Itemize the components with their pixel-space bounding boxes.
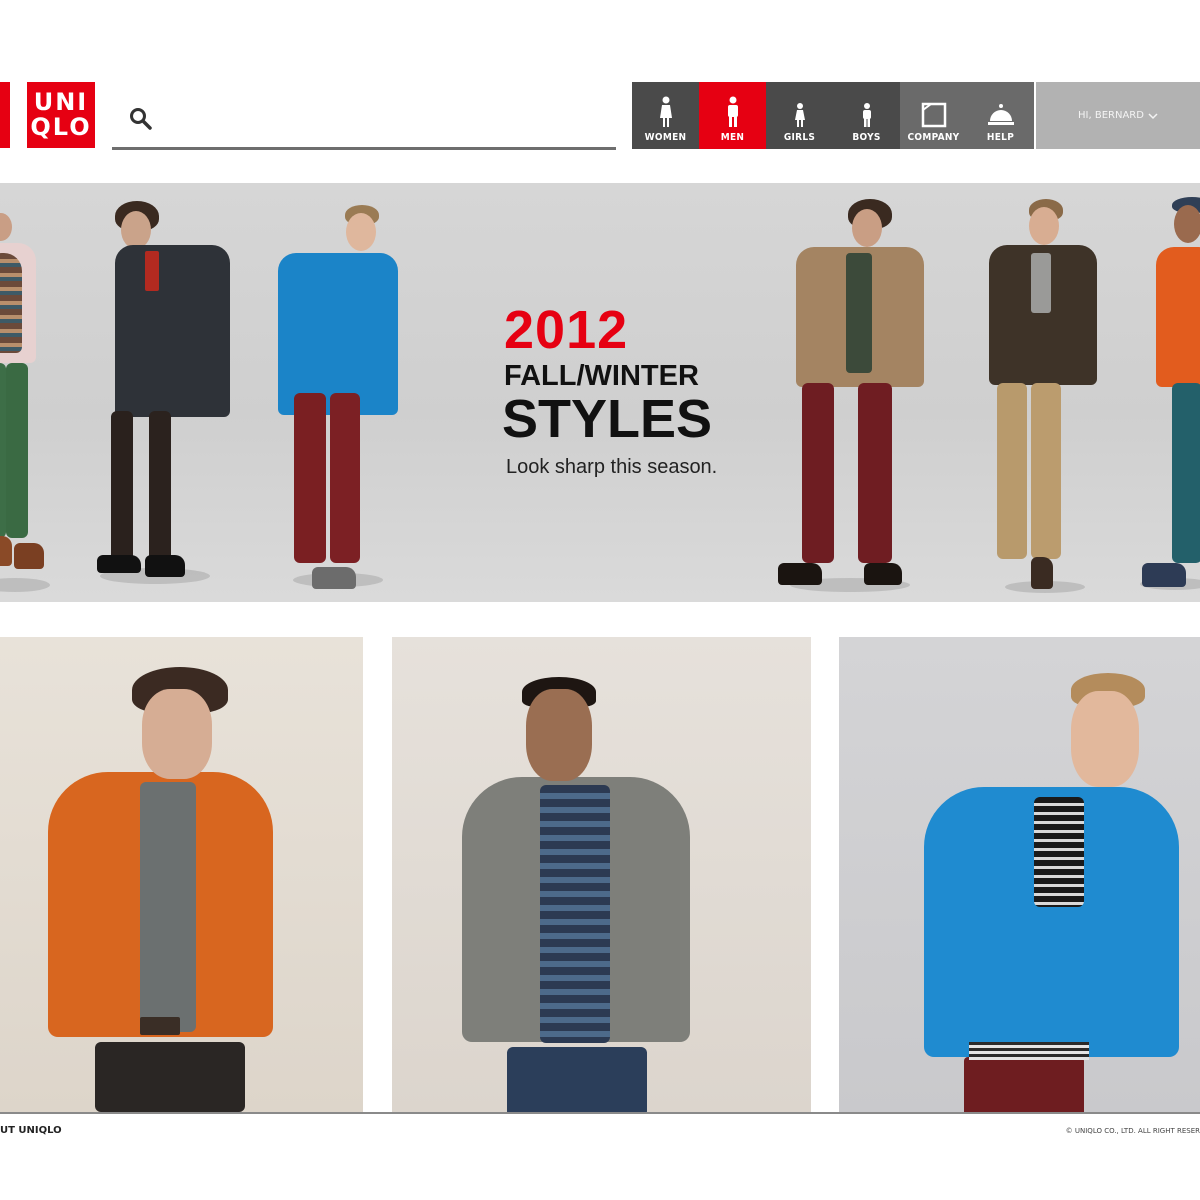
footer-about-link[interactable]: UT UNIQLO [0, 1125, 62, 1136]
nav-label: MEN [720, 132, 745, 143]
logo-text-line2: QLO [30, 113, 92, 141]
girl-icon [794, 103, 805, 127]
user-greeting: HI, BERNARD [1078, 110, 1144, 121]
category-nav: WOMEN MEN GIRLS BOYS COMPANY HELP [632, 82, 1034, 149]
company-icon [921, 102, 946, 128]
striped-tee [540, 785, 610, 1043]
belt [140, 1017, 180, 1035]
nav-label: WOMEN [644, 132, 687, 143]
nav-label: BOYS [852, 132, 881, 143]
woman-icon [659, 96, 672, 127]
hero-headline: STYLES [502, 389, 713, 449]
nav-item-help[interactable]: HELP [967, 82, 1034, 149]
hero-model-orange-vest [1140, 183, 1200, 602]
red-pants [964, 1057, 1084, 1112]
footer-divider [0, 1112, 1200, 1114]
face [1071, 691, 1139, 787]
hero-model-tan-jacket [778, 183, 930, 602]
jeans [507, 1047, 647, 1112]
hero-model-blue-fleece [268, 183, 408, 602]
hero-banner[interactable]: 2012 FALL/WINTER STYLES Look sharp this … [0, 183, 1200, 602]
hero-model-brown-blazer [985, 183, 1105, 602]
search-input[interactable] [164, 102, 608, 138]
nav-item-company[interactable]: COMPANY [900, 82, 967, 149]
product-tile-grey-windbreaker[interactable] [392, 637, 811, 1112]
hero-model-sweater-vest [0, 183, 60, 602]
product-tile-blue-fleece[interactable] [839, 637, 1200, 1112]
chevron-down-icon [1148, 112, 1158, 119]
nav-item-girls[interactable]: GIRLS [766, 82, 833, 149]
logo-partial [0, 82, 10, 148]
nav-item-women[interactable]: WOMEN [632, 82, 699, 149]
jeans [95, 1042, 245, 1112]
search-bar[interactable] [112, 98, 616, 150]
logo-text-line1: UNI [33, 87, 89, 116]
hero-tagline: Look sharp this season. [506, 456, 718, 478]
service-bell-icon [987, 104, 1014, 125]
striped-shirt [1034, 797, 1084, 907]
boy-icon [862, 103, 871, 127]
face [142, 689, 212, 779]
footer-copyright: © UNIQLO CO., LTD. ALL RIGHT RESER [1065, 1127, 1200, 1135]
man-icon [727, 96, 738, 127]
hero-year: 2012 [504, 300, 629, 360]
striped-hem [969, 1042, 1089, 1060]
face [526, 689, 592, 781]
nav-item-men[interactable]: MEN [699, 82, 766, 149]
search-icon[interactable] [128, 106, 154, 132]
product-tile-orange-hoodie[interactable] [0, 637, 363, 1112]
hero-season: FALL/WINTER [504, 360, 699, 392]
user-account-menu[interactable]: HI, BERNARD [1036, 82, 1200, 149]
hero-model-dark-coat [95, 183, 245, 602]
nav-label: HELP [986, 132, 1015, 143]
nav-label: GIRLS [783, 132, 816, 143]
denim-shirt [140, 782, 196, 1032]
uniqlo-logo[interactable]: UNI QLO [27, 82, 95, 148]
nav-label: COMPANY [907, 132, 960, 143]
nav-item-boys[interactable]: BOYS [833, 82, 900, 149]
